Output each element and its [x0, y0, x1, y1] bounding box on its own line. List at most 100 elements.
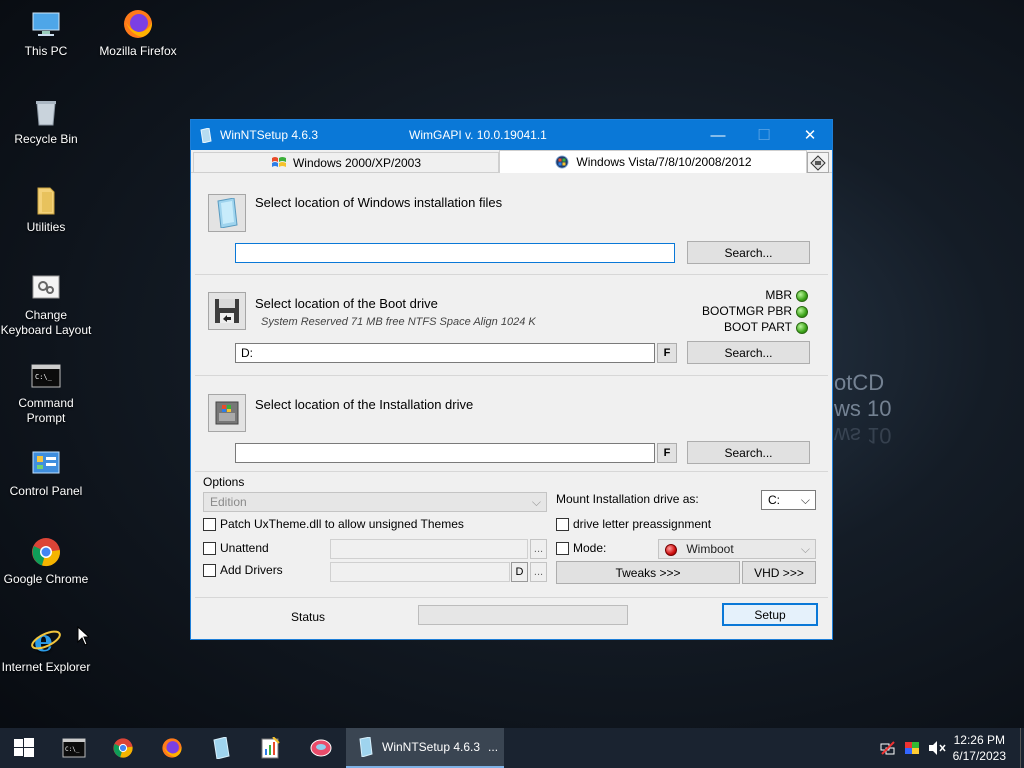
desktop-icon-command-prompt[interactable]: C:\_ Command Prompt [0, 360, 92, 426]
add-drivers-label: Add Drivers [220, 563, 283, 577]
folder-icon [37, 187, 55, 215]
desktop-icon-this-pc[interactable]: This PC [0, 8, 92, 59]
mode-checkbox[interactable]: Mode: [556, 541, 606, 555]
install-drive-section: Select location of the Installation driv… [195, 382, 828, 472]
internet-explorer-icon: e [31, 624, 61, 656]
desktop-icon-label: Control Panel [9, 484, 83, 498]
taskbar-command-prompt[interactable]: C:\_ [50, 728, 98, 768]
chrome-icon [32, 538, 60, 567]
taskbar-notepad-tool[interactable] [246, 728, 294, 768]
desktop-icon-label: Recycle Bin [14, 132, 78, 146]
edition-select[interactable]: Edition ⌵ [203, 492, 547, 512]
show-desktop-button[interactable] [1020, 728, 1024, 768]
clock-time: 12:26 PM [953, 733, 1005, 747]
taskbar-winntsetup-active[interactable]: WinNTSetup 4.6.3 ... [346, 728, 504, 768]
volume-muted-icon[interactable] [928, 740, 946, 756]
desktop-icon-label: Google Chrome [3, 572, 89, 586]
firefox-icon [124, 10, 152, 38]
boot-drive-search-button[interactable]: Search... [687, 341, 810, 364]
boot-drive-title: Select location of the Boot drive [255, 296, 438, 311]
unattend-browse-button: ... [530, 539, 547, 559]
bootmgr-status: BOOTMGR PBR [702, 304, 808, 318]
system-tray [880, 728, 946, 768]
chart-document-icon [261, 737, 280, 759]
checkbox-box[interactable] [203, 517, 216, 531]
setup-button[interactable]: Setup [722, 603, 818, 626]
tab-label: Windows Vista/7/8/10/2008/2012 [576, 155, 752, 169]
svg-text:e: e [34, 624, 53, 656]
tab-windows-xp[interactable]: Windows 2000/XP/2003 [193, 152, 499, 173]
minimize-button[interactable]: — [695, 120, 741, 150]
status-label: Status [291, 610, 326, 624]
title-bar[interactable]: WinNTSetup 4.6.3 WimGAPI v. 10.0.19041.1… [191, 120, 832, 150]
taskbar-firefox[interactable] [148, 728, 196, 768]
taskbar-disk-tool[interactable] [297, 728, 345, 768]
control-panel-icon [32, 451, 60, 474]
mode-red-led-icon [665, 543, 677, 556]
checkbox-box[interactable] [203, 541, 216, 555]
clock[interactable]: 12:26 PM 6/17/2023 [953, 732, 1006, 764]
drive-diamond-icon [810, 154, 826, 171]
mount-drive-label: Mount Installation drive as: [556, 492, 699, 506]
unattend-label: Unattend [220, 541, 269, 555]
add-drivers-checkbox[interactable]: Add Drivers [203, 563, 283, 577]
install-drive-format-button[interactable]: F [657, 443, 677, 463]
wallpaper-line-2: ws 10 [834, 396, 892, 421]
winntsetup-icon [359, 737, 373, 757]
patch-uxtheme-checkbox[interactable]: Patch UxTheme.dll to allow unsigned Them… [203, 517, 464, 531]
clock-date: 6/17/2023 [952, 749, 1006, 763]
winntsetup-icon [213, 737, 230, 759]
install-files-path-input[interactable] [235, 243, 675, 263]
mode-select: Wimboot ⌵ [658, 539, 816, 559]
disk-tool-icon [310, 739, 332, 757]
taskbar-chrome[interactable] [99, 728, 147, 768]
install-files-search-button[interactable]: Search... [687, 241, 810, 264]
maximize-button[interactable]: ☐ [741, 120, 787, 150]
network-icon[interactable] [880, 740, 896, 756]
svg-text:C:\_: C:\_ [65, 746, 80, 753]
desktop-icon-control-panel[interactable]: Control Panel [0, 448, 92, 499]
settings-icon-button[interactable] [807, 152, 829, 173]
this-pc-icon [32, 12, 60, 36]
progress-bar [418, 605, 628, 625]
install-drive-icon [208, 394, 246, 432]
desktop-icon-google-chrome[interactable]: Google Chrome [0, 536, 92, 587]
color-display-icon[interactable] [904, 740, 920, 756]
install-drive-path-input[interactable] [235, 443, 655, 463]
drive-letter-checkbox[interactable]: drive letter preassignment [556, 517, 711, 531]
desktop-icon-firefox[interactable]: Mozilla Firefox [92, 8, 184, 59]
svg-text:C:\_: C:\_ [35, 373, 53, 381]
mode-label: Mode: [573, 541, 607, 555]
checkbox-box[interactable] [556, 541, 569, 555]
taskbar-winntsetup-pinned[interactable] [197, 728, 245, 768]
desktop-icon-label: Command Prompt [18, 396, 74, 425]
close-button[interactable]: ✕ [787, 120, 833, 150]
boot-drive-info: System Reserved 71 MB free NTFS Space Al… [261, 316, 536, 328]
windows-start-icon [14, 738, 34, 757]
mount-drive-select[interactable]: C: ⌵ [761, 490, 816, 510]
unattend-path-field [330, 539, 528, 559]
install-drive-search-button[interactable]: Search... [687, 441, 810, 464]
firefox-icon [162, 738, 182, 758]
keyboard-layout-icon [32, 275, 60, 299]
boot-drive-path-input[interactable]: D: [235, 343, 655, 363]
windows-xp-flag-icon [271, 156, 286, 167]
desktop-icon-recycle-bin[interactable]: Recycle Bin [0, 96, 92, 147]
unattend-checkbox[interactable]: Unattend [203, 541, 269, 555]
checkbox-box[interactable] [203, 563, 216, 577]
checkbox-box[interactable] [556, 517, 569, 531]
vhd-button[interactable]: VHD >>> [742, 561, 816, 584]
install-files-icon [208, 194, 246, 232]
desktop-icon-label: Internet Explorer [1, 660, 91, 674]
desktop-icon-utilities[interactable]: Utilities [0, 184, 92, 235]
boot-drive-format-button[interactable]: F [657, 343, 677, 363]
bootmgr-ok-led-icon [796, 305, 808, 318]
start-button[interactable] [0, 728, 48, 768]
tab-windows-vista-plus[interactable]: Windows Vista/7/8/10/2008/2012 [499, 150, 807, 173]
tweaks-button[interactable]: Tweaks >>> [556, 561, 740, 584]
desktop-icon-change-keyboard-layout[interactable]: Change Keyboard Layout [0, 272, 92, 338]
active-task-label: WinNTSetup 4.6.3 [382, 740, 481, 754]
mbr-ok-led-icon [796, 289, 808, 302]
boot-drive-icon [208, 292, 246, 330]
desktop-icon-label: Change Keyboard Layout [0, 308, 92, 337]
